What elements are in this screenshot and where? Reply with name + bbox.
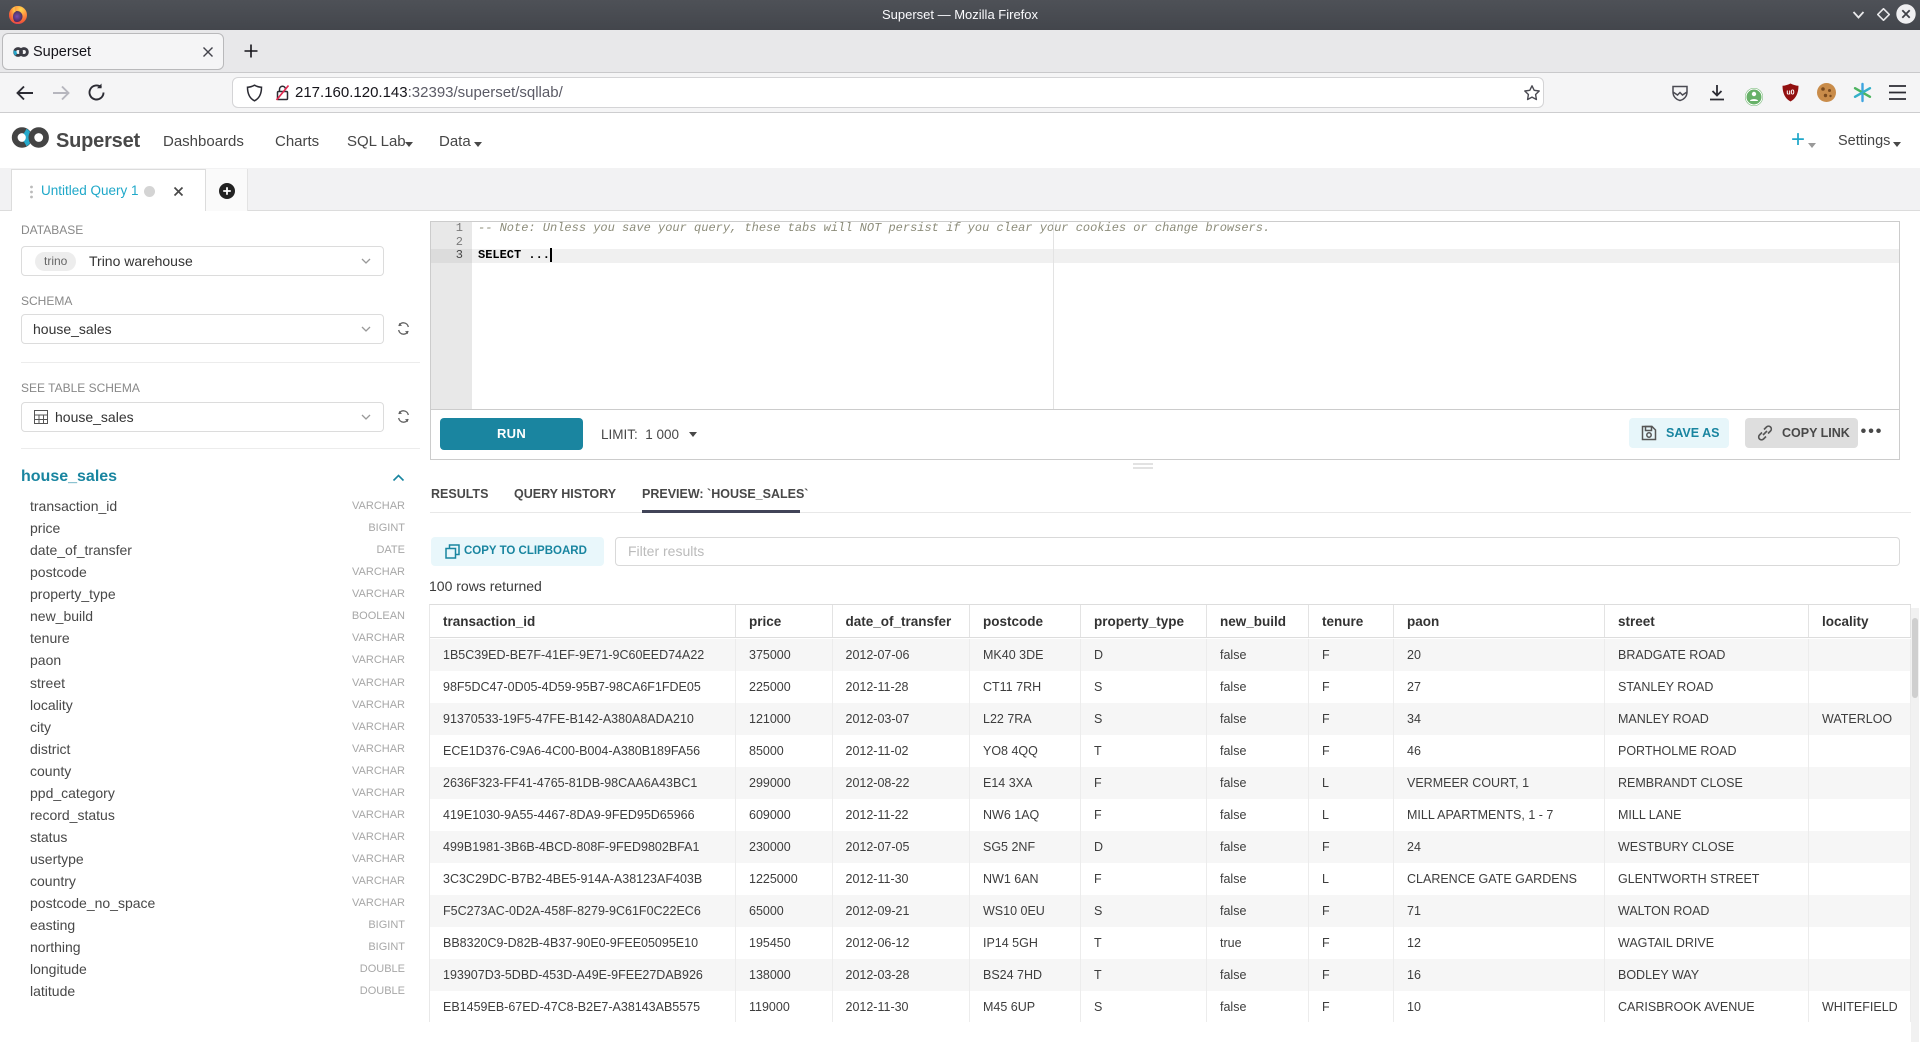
svg-text:u0: u0 [1786, 90, 1794, 97]
